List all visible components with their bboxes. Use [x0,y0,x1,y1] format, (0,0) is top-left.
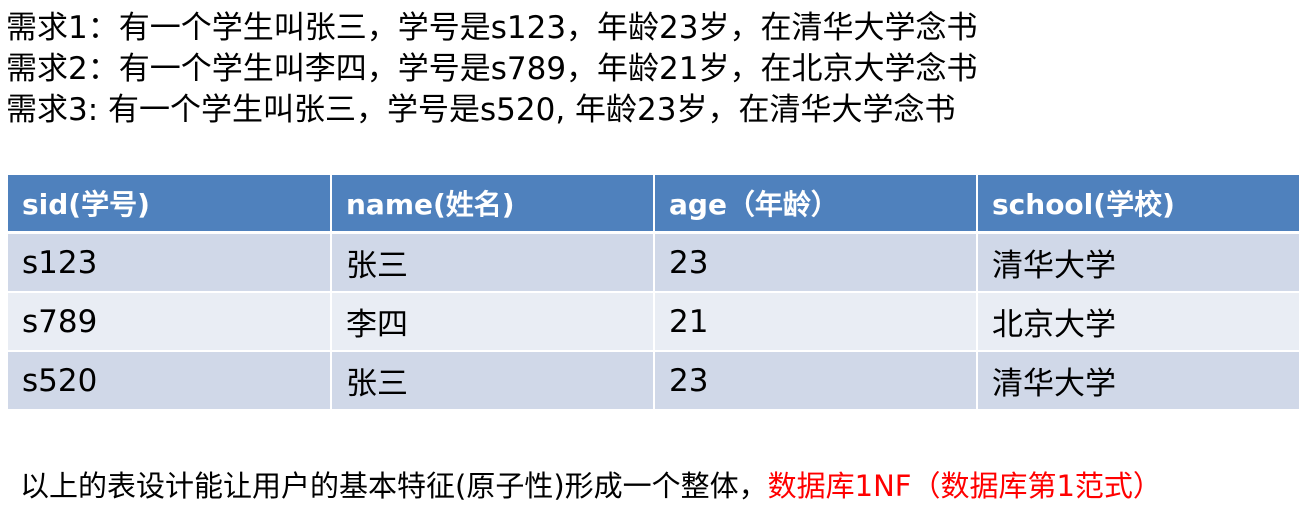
table-row: s520 张三 23 清华大学 [8,351,1299,411]
table-row: s789 李四 21 北京大学 [8,292,1299,352]
requirement-line-3: 需求3: 有一个学生叫张三，学号是s520, 年龄23岁，在清华大学念书 [6,92,956,128]
cell-name: 张三 [331,232,655,293]
cell-school: 清华大学 [977,351,1299,411]
requirements-block: 需求1：有一个学生叫张三，学号是s123，年龄23岁，在清华大学念书 需求2：有… [6,8,1286,131]
table-header-row: sid(学号) name(姓名) age（年龄） school(学校) [8,175,1299,234]
conclusion-body: 以上的表设计能让用户的基本特征(原子性)形成一个整体， [20,469,768,503]
conclusion-text: 以上的表设计能让用户的基本特征(原子性)形成一个整体，数据库1NF（数据库第1范… [20,464,1162,508]
header-school: school(学校) [977,175,1299,234]
cell-sid: s520 [8,351,332,411]
table-row: s123 张三 23 清华大学 [8,232,1299,293]
cell-name: 李四 [331,292,655,352]
cell-age: 23 [654,232,978,293]
cell-sid: s789 [8,292,332,352]
header-sid: sid(学号) [8,175,332,234]
header-name: name(姓名) [331,175,655,234]
cell-sid: s123 [8,232,332,293]
cell-school: 北京大学 [977,292,1299,352]
cell-school: 清华大学 [977,232,1299,293]
cell-age: 21 [654,292,978,352]
requirement-line-1: 需求1：有一个学生叫张三，学号是s123，年龄23岁，在清华大学念书 [6,10,978,46]
conclusion-highlight: 数据库1NF（数据库第1范式） [767,469,1162,503]
cell-age: 23 [654,351,978,411]
student-table: sid(学号) name(姓名) age（年龄） school(学校) s123… [8,175,1299,411]
requirement-line-2: 需求2：有一个学生叫李四，学号是s789，年龄21岁，在北京大学念书 [6,51,978,87]
cell-name: 张三 [331,351,655,411]
header-age: age（年龄） [654,175,978,234]
